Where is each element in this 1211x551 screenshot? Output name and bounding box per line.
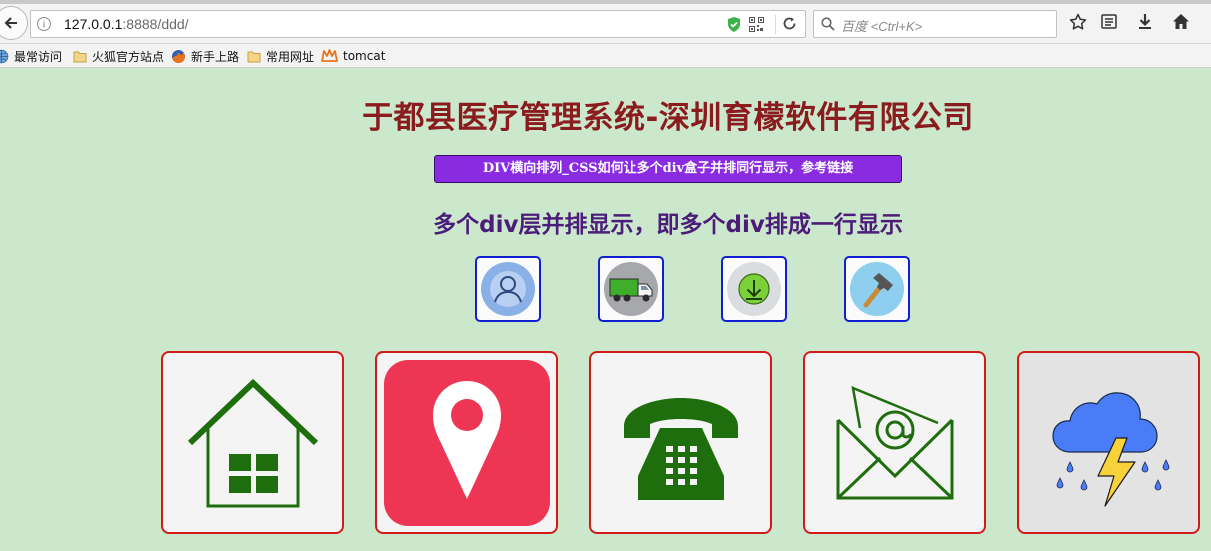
large-box-home[interactable]	[161, 351, 344, 534]
download-icon	[727, 262, 781, 316]
reading-list-icon[interactable]	[1101, 13, 1117, 30]
browser-toolbar: i 127.0.0.1:8888/ddd/ 百度 <Ctrl+K>	[0, 0, 1211, 44]
back-arrow-icon	[4, 17, 17, 29]
bookmark-getting-started[interactable]: 新手上路	[171, 48, 239, 65]
small-box-hammer[interactable]	[844, 256, 910, 322]
bookmark-most-visited[interactable]: 最常访问	[0, 48, 62, 65]
bookmark-common-sites[interactable]: 常用网址	[247, 48, 314, 65]
search-bar[interactable]: 百度 <Ctrl+K>	[813, 10, 1057, 38]
small-box-download[interactable]	[721, 256, 787, 322]
telephone-icon	[623, 397, 738, 500]
folder-icon	[247, 51, 261, 63]
user-icon	[481, 262, 535, 316]
download-arrow-icon[interactable]	[1137, 13, 1153, 30]
large-box-email[interactable]	[803, 351, 986, 534]
home-icon	[187, 378, 318, 507]
search-icon	[821, 17, 835, 31]
url-bar[interactable]: i 127.0.0.1:8888/ddd/	[30, 10, 806, 38]
bookmark-label: tomcat	[343, 48, 386, 63]
folder-icon	[73, 51, 87, 63]
search-placeholder: 百度 <Ctrl+K>	[841, 19, 923, 34]
url-divider	[775, 15, 776, 34]
hammer-icon	[850, 262, 904, 316]
home-button-icon[interactable]	[1172, 13, 1190, 30]
bookmark-label: 常用网址	[266, 50, 315, 64]
page-title: 于都县医疗管理系统-深圳育檬软件有限公司	[362, 100, 974, 136]
large-box-weather[interactable]	[1017, 351, 1200, 534]
tab-strip-edge	[0, 0, 1211, 4]
qr-code-icon[interactable]	[749, 17, 764, 32]
url-path: :8888/ddd/	[122, 16, 189, 32]
bookmark-tomcat[interactable]: tomcat	[321, 48, 385, 63]
reference-link-button[interactable]: DIV横向排列_CSS如何让多个div盒子并排同行显示，参考链接	[434, 155, 902, 183]
location-pin-icon	[383, 359, 550, 526]
bookmarks-toolbar: 最常访问 火狐官方站点 新手上路 常用网址 tomcat	[0, 44, 1211, 68]
small-box-user[interactable]	[475, 256, 541, 322]
bookmark-star-icon[interactable]	[1069, 13, 1087, 31]
info-icon[interactable]: i	[37, 17, 51, 31]
large-box-location[interactable]	[375, 351, 558, 534]
back-button[interactable]	[0, 6, 28, 40]
firefox-icon	[172, 50, 185, 63]
bookmark-label: 火狐官方站点	[92, 50, 165, 64]
tomcat-icon	[321, 49, 338, 62]
bookmark-label: 新手上路	[191, 50, 240, 64]
large-box-telephone[interactable]	[589, 351, 772, 534]
globe-icon	[0, 49, 9, 64]
small-box-truck[interactable]	[598, 256, 664, 322]
shield-icon[interactable]	[726, 16, 742, 33]
bookmark-label: 最常访问	[14, 50, 63, 64]
url-text[interactable]: 127.0.0.1:8888/ddd/	[64, 16, 189, 32]
storm-icon	[1051, 391, 1169, 507]
page-subtitle: 多个div层并排显示，即多个div排成一行显示	[433, 212, 903, 238]
reload-icon[interactable]	[782, 16, 797, 31]
email-icon	[836, 385, 953, 499]
bookmark-firefox-official[interactable]: 火狐官方站点	[73, 48, 164, 65]
url-host: 127.0.0.1	[64, 16, 123, 32]
truck-icon	[604, 262, 658, 316]
